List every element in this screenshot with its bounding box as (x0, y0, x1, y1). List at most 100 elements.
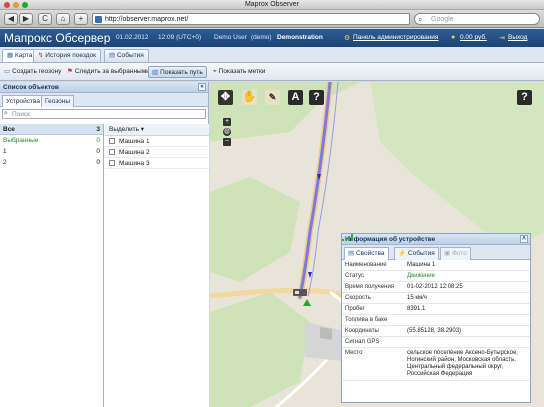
show-marks-button[interactable]: ⌖ Показать метки (210, 66, 268, 78)
search-placeholder: Google (431, 16, 454, 23)
collapse-info-icon[interactable]: ˄ (520, 235, 528, 243)
balance-link[interactable]: 0.00 руб. (460, 34, 487, 41)
device-info-panel: Информация об устройстве ˄ ▤ Свойства ⚡ … (341, 233, 531, 403)
tab-label: Карта (14, 52, 33, 59)
globe-icon[interactable]: ◍ (223, 128, 231, 136)
list-item[interactable]: Машина 2 (105, 147, 209, 158)
header-time: 12:09 (UTC+0) (158, 34, 202, 41)
close-window-icon[interactable] (4, 2, 10, 8)
label-tool-icon[interactable]: A (288, 90, 303, 105)
photo-icon: ▣ (444, 250, 452, 257)
select-dropdown[interactable]: Выделить ▾ (105, 124, 209, 136)
tab-geozones[interactable]: Геозоны (41, 95, 75, 107)
group-name: Все (3, 126, 15, 133)
home-button[interactable]: ⌂ (56, 13, 70, 25)
object-checkbox[interactable] (109, 149, 115, 155)
main-tabs: ▦ Карта ↯ История поездок ▤ События (0, 47, 544, 63)
group-name: 1 (3, 148, 7, 155)
panel-title-text: Список объектов (3, 84, 59, 91)
marks-icon: ⌖ (213, 68, 217, 75)
header-date: 01.02.2012 (116, 34, 149, 41)
info-key: Скорость (345, 295, 371, 301)
search-placeholder: Поиск (12, 111, 31, 118)
properties-icon: ▤ (348, 250, 356, 257)
tab-label: История поездок (45, 52, 96, 59)
tab-label: Свойства (355, 250, 385, 257)
info-key: Место (345, 350, 363, 356)
group-1[interactable]: 10 (0, 146, 103, 157)
tab-device-events[interactable]: ⚡ События (394, 247, 439, 260)
map-view[interactable]: ✥ ✋ ✎ A ? ? + ◍ − Информация об устройст… (210, 82, 544, 407)
help-icon[interactable]: ? (517, 90, 532, 105)
list-item[interactable]: Машина 3 (105, 158, 209, 169)
minimize-window-icon[interactable] (13, 2, 19, 8)
admin-panel-link[interactable]: Панель администрирования (353, 34, 438, 41)
group-count: 0 (96, 137, 100, 144)
track-icon: ⚑ (67, 68, 73, 75)
group-name: Выбранные (3, 137, 39, 144)
info-row: Скорость 15 км/ч (342, 293, 530, 304)
object-search-input[interactable]: ⌕ Поиск (2, 109, 206, 119)
zoom-window-icon[interactable] (22, 2, 28, 8)
panel-title-text: Информация об устройстве (345, 236, 436, 243)
info-key: Координаты (345, 328, 379, 334)
group-list: Все 3 Выбранные 0 10 20 (0, 124, 104, 407)
show-path-button[interactable]: ▧ Показать путь (148, 66, 207, 78)
window-title: Maprox Observer (244, 1, 300, 8)
group-2[interactable]: 20 (0, 157, 103, 168)
action-bar: ▭ Создать геозону ⚑ Следить за выбранными … (0, 63, 544, 81)
create-geozone-button[interactable]: ▭ Создать геозону (1, 66, 64, 78)
logout-link[interactable]: Выход (508, 34, 527, 41)
search-field[interactable]: ⌕ Google (414, 13, 540, 25)
group-selected[interactable]: Выбранные 0 (0, 135, 103, 146)
track-selected-button[interactable]: ⚑ Следить за выбранными (64, 66, 153, 78)
tab-devices[interactable]: Устройства (2, 95, 45, 107)
tab-photo[interactable]: ▣ Фото (440, 247, 471, 260)
tab-properties[interactable]: ▤ Свойства (344, 247, 389, 260)
info-key: Пробег (345, 306, 365, 312)
header-user: Demo User (214, 34, 247, 41)
tab-history[interactable]: ↯ История поездок (33, 49, 101, 62)
search-icon: ⌕ (4, 110, 8, 117)
object-name: Машина 1 (119, 137, 150, 145)
info-row: Топлива в баке (342, 315, 530, 326)
group-all[interactable]: Все 3 (0, 124, 103, 135)
url-field[interactable]: http://observer.maprox.net/ (92, 13, 410, 25)
zoom-in-icon[interactable]: + (223, 118, 231, 126)
info-key: Наименование (345, 262, 387, 268)
tab-label: События (116, 52, 144, 59)
window-controls[interactable] (4, 2, 28, 8)
balance-icon: ● (451, 34, 456, 41)
reload-button[interactable]: C (38, 13, 52, 25)
device-info-title: Информация об устройстве ˄ (342, 234, 530, 245)
action-label: Показать путь (160, 69, 203, 76)
info-value (404, 315, 530, 325)
collapse-left-icon[interactable]: « (198, 83, 206, 91)
object-checkbox[interactable] (109, 160, 115, 166)
tab-events[interactable]: ▤ События (104, 49, 149, 62)
info-key: Сигнал GPS (345, 339, 380, 345)
object-list-tabs: Устройства Геозоны (0, 93, 208, 107)
hand-tool-icon[interactable]: ✋ (242, 90, 257, 105)
gps-signal-icon (342, 234, 530, 347)
logout-icon: ⇥ (499, 35, 505, 42)
add-bookmark-button[interactable]: + (74, 13, 88, 25)
back-button[interactable]: ◀ (4, 13, 18, 25)
group-count: 0 (96, 148, 100, 155)
help-tool-icon[interactable]: ? (309, 90, 324, 105)
lightning-icon: ⚡ (398, 250, 408, 257)
ruler-tool-icon[interactable]: ✎ (265, 90, 280, 105)
info-row: Наименование Машина 1 (342, 260, 530, 271)
window-titlebar: Maprox Observer (0, 0, 544, 10)
list-item[interactable]: Машина 1 (105, 136, 209, 147)
zoom-out-icon[interactable]: − (223, 138, 231, 146)
geozone-icon: ▭ (4, 68, 11, 75)
action-label: Создать геозону (12, 68, 62, 75)
pan-tool-icon[interactable]: ✥ (218, 90, 233, 105)
info-value: Машина 1 (407, 262, 436, 268)
forward-button[interactable]: ▶ (19, 13, 33, 25)
object-checkbox[interactable] (109, 138, 115, 144)
header-company: Demonstration (277, 34, 323, 41)
url-text: http://observer.maprox.net/ (105, 16, 189, 23)
action-label: Показать метки (218, 68, 266, 75)
